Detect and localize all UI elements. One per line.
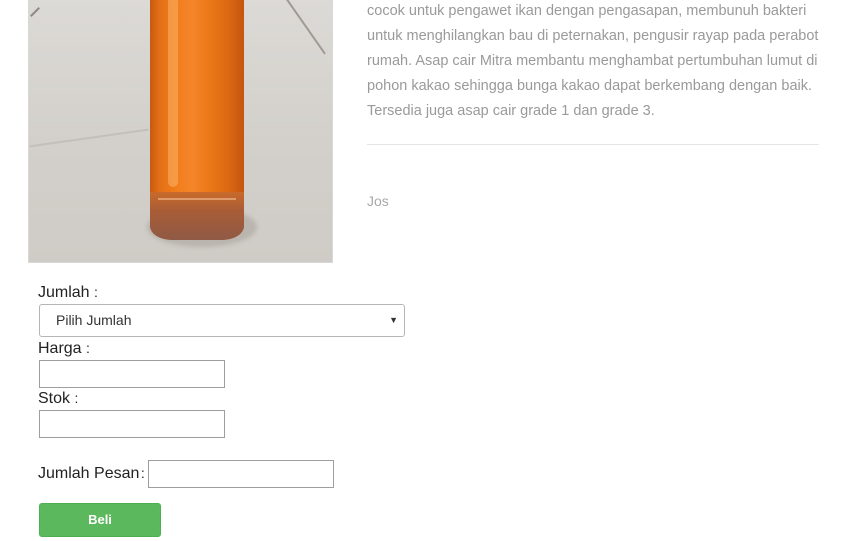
photo-floor-seam — [30, 7, 40, 17]
jumlah-pesan-field[interactable] — [148, 460, 334, 488]
jumlah-label-text: Jumlah — [38, 284, 90, 301]
harga-label-text: Harga — [38, 340, 82, 357]
stok-label: Stok : — [38, 390, 78, 408]
jumlah-label-colon: : — [94, 284, 98, 300]
buy-button[interactable]: Beli — [39, 503, 161, 537]
stok-label-colon: : — [74, 390, 79, 406]
harga-label: Harga : — [38, 340, 90, 358]
jumlah-label: Jumlah : — [38, 284, 98, 302]
harga-label-colon: : — [86, 340, 90, 356]
bottle-base — [150, 192, 244, 240]
harga-field[interactable] — [39, 360, 225, 388]
photo-floor-seam — [29, 128, 149, 148]
liquid-smoke-bottle — [150, 0, 244, 240]
photo-floor-seam — [284, 0, 326, 55]
review-author: Jos — [367, 193, 389, 209]
jumlah-select[interactable]: Pilih Jumlah ▼ — [39, 304, 405, 337]
jumlah-pesan-label-colon: : — [140, 465, 145, 481]
jumlah-pesan-label-text: Jumlah Pesan — [38, 465, 140, 482]
jumlah-pesan-label: Jumlah Pesan : — [38, 465, 145, 483]
bottle-highlight — [168, 0, 178, 187]
product-description: cocok untuk pengawet ikan dengan pengasa… — [367, 3, 819, 119]
section-divider — [367, 144, 819, 145]
stok-label-text: Stok — [38, 390, 71, 407]
jumlah-select-value: Pilih Jumlah — [56, 312, 132, 328]
product-detail-page: cocok untuk pengawet ikan dengan pengasa… — [0, 0, 851, 541]
chevron-down-icon: ▼ — [389, 315, 398, 325]
product-photo — [28, 0, 333, 263]
stok-field[interactable] — [39, 410, 225, 438]
